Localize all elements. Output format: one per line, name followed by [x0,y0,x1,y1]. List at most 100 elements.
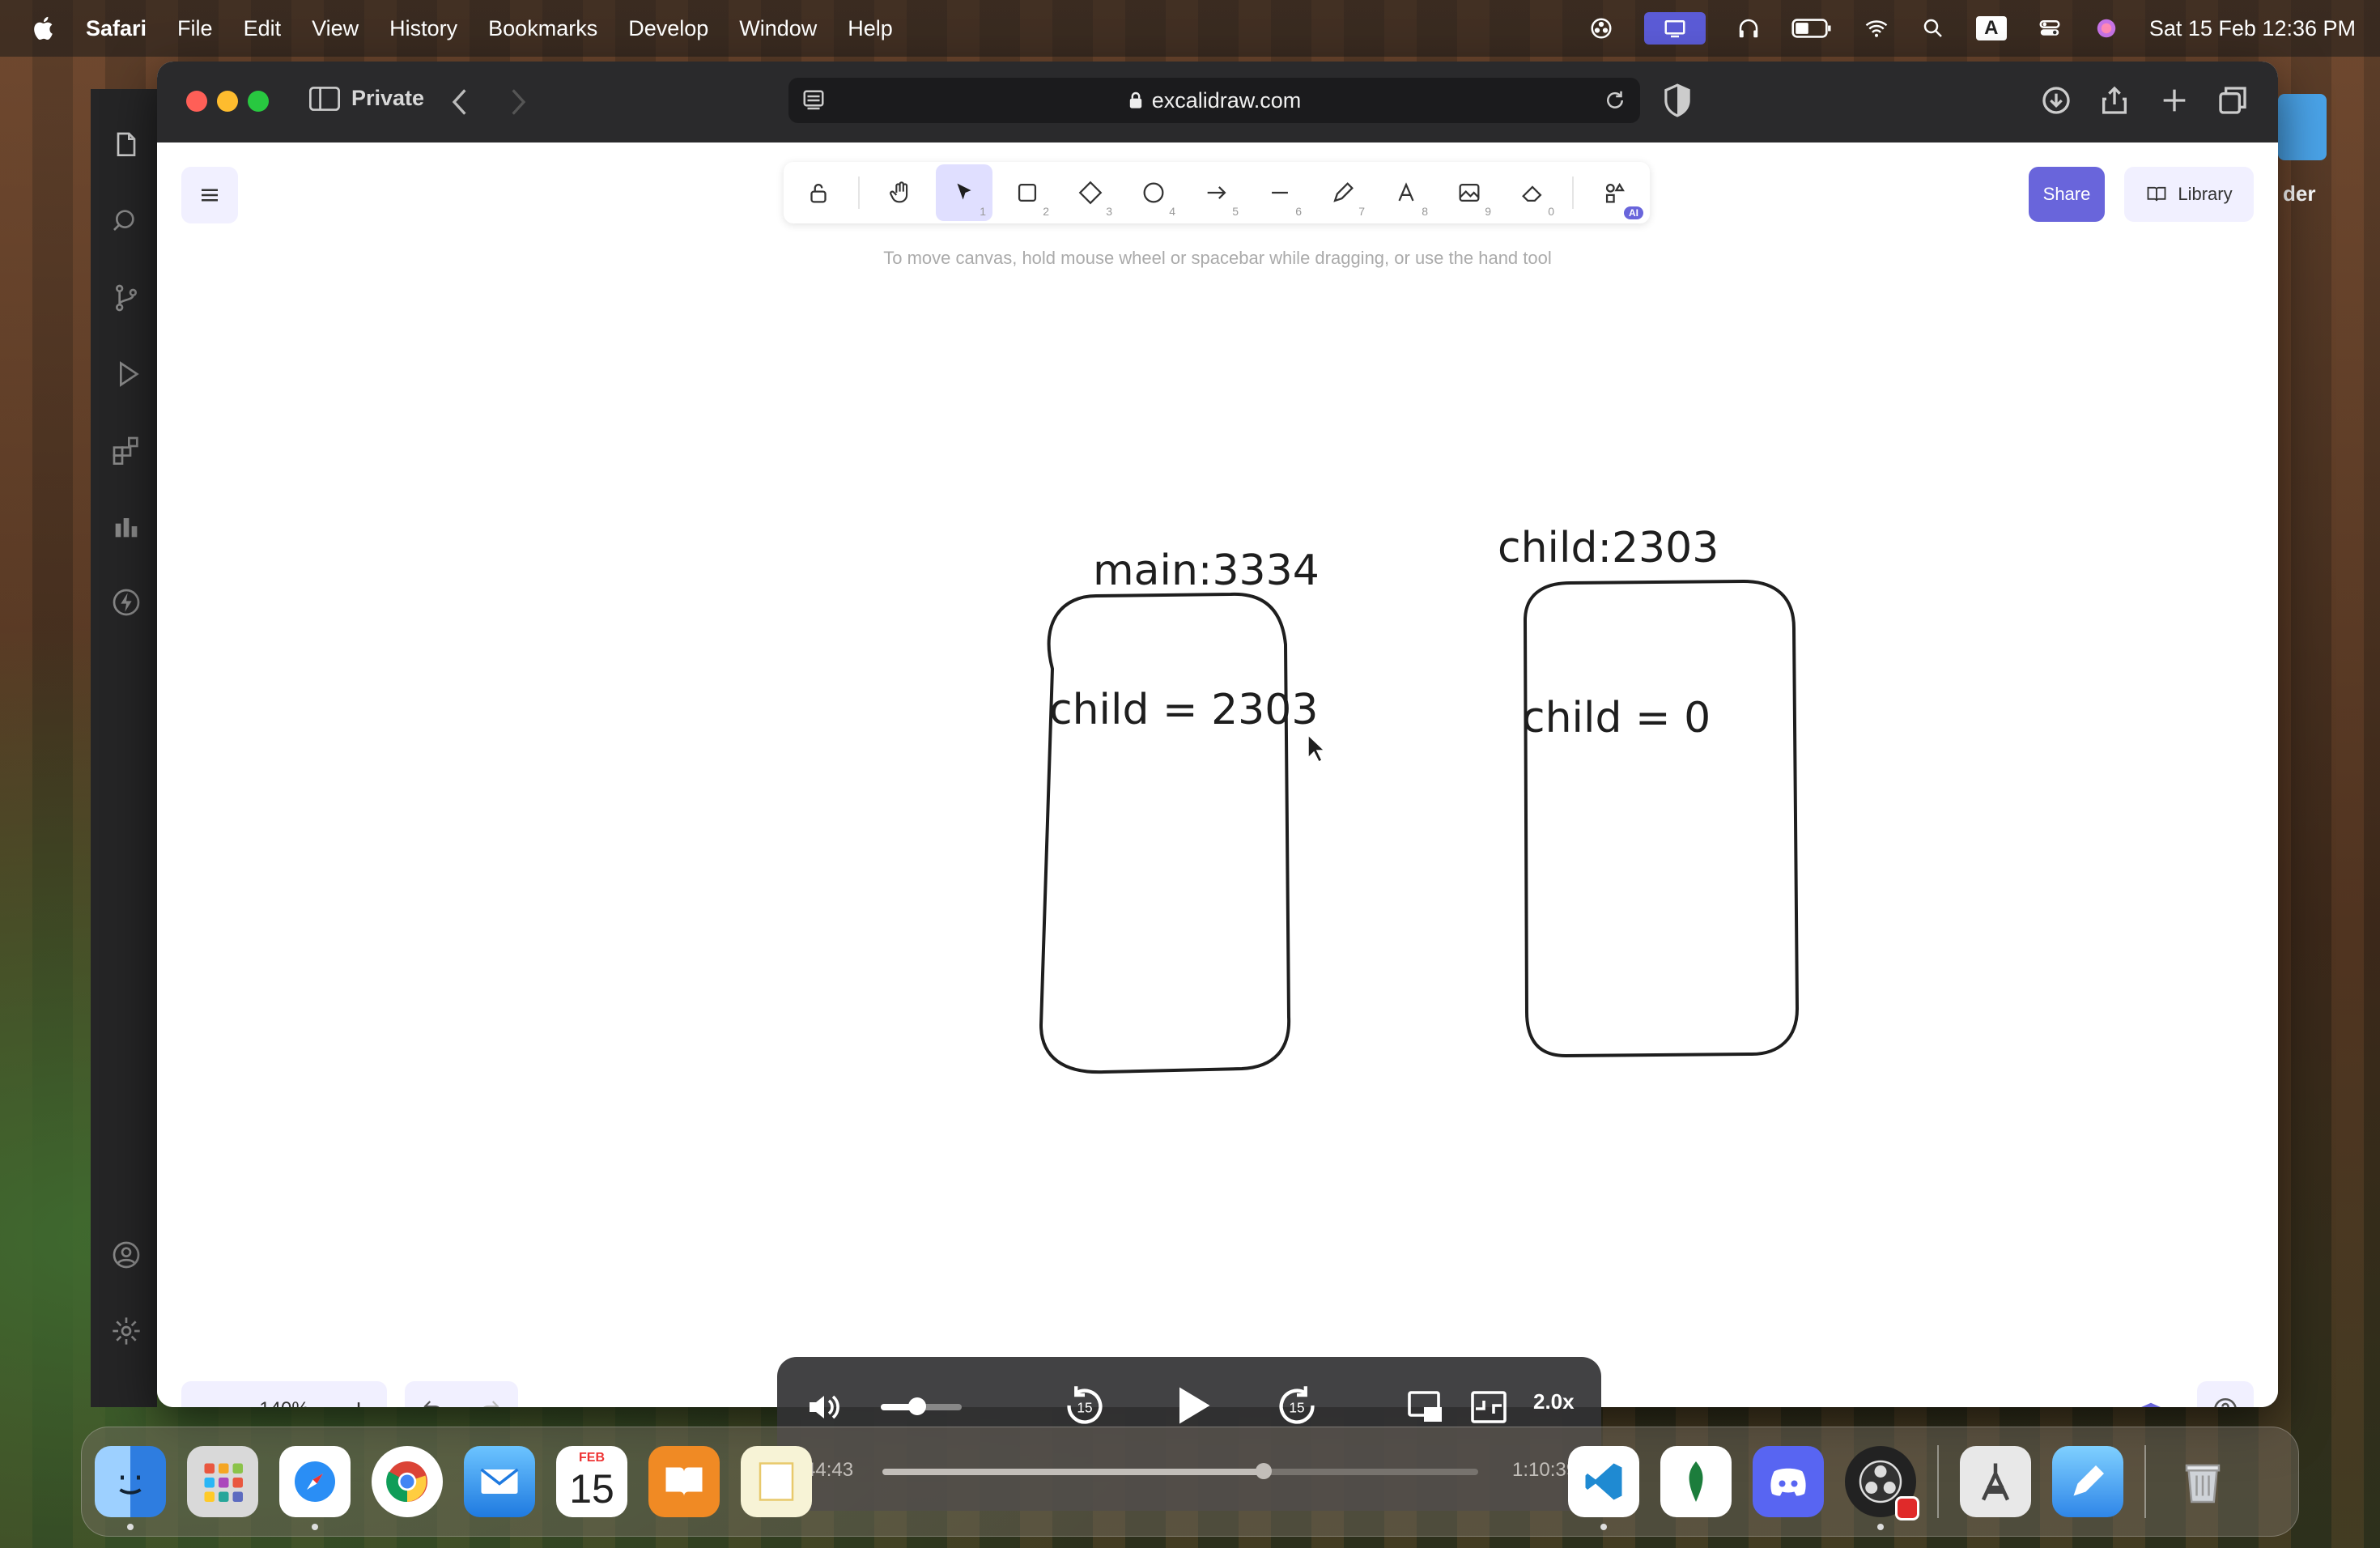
search-icon[interactable] [110,206,142,238]
help-button[interactable] [2197,1381,2254,1407]
main-process-rectangle[interactable] [1039,592,1291,1074]
volume-knob[interactable] [908,1397,926,1415]
dock-trash[interactable] [2167,1446,2238,1517]
control-center-icon[interactable] [2036,16,2063,40]
account-icon[interactable] [110,1239,142,1271]
share-page-button[interactable] [2098,83,2131,118]
zoom-in-button[interactable]: + [330,1381,387,1408]
menu-bookmarks[interactable]: Bookmarks [488,16,597,41]
mouse-cursor-icon [1307,734,1326,763]
files-icon[interactable] [110,130,142,162]
private-label: Private [351,86,425,110]
settings-gear-icon[interactable] [110,1315,142,1347]
menu-develop[interactable]: Develop [628,16,708,41]
volume-icon[interactable] [805,1389,844,1425]
chevron-right-icon [512,89,526,115]
input-source-icon[interactable]: A [1975,16,2007,40]
source-control-icon[interactable] [110,282,142,314]
play-button[interactable] [1167,1381,1216,1430]
menu-view[interactable]: View [312,16,359,41]
dock-obs[interactable] [1845,1446,1919,1530]
redo-button[interactable] [461,1381,518,1407]
skip-back-button[interactable]: 15 [1064,1383,1106,1428]
zoom-window-button[interactable] [248,91,269,112]
menu-history[interactable]: History [389,16,457,41]
forward-button[interactable] [505,86,529,118]
dock-discord[interactable] [1753,1446,1824,1517]
main-process-label[interactable]: main:3334 [1093,546,1320,595]
sidebar-toggle-button[interactable]: Private [309,86,424,111]
lock-icon [1129,91,1141,108]
running-indicator [1600,1524,1607,1530]
running-indicator [1877,1524,1884,1530]
child-process-child-value[interactable]: child = 0 [1522,694,1711,742]
menu-file[interactable]: File [177,16,213,41]
battery-icon[interactable] [1791,16,1834,40]
picture-in-picture-button[interactable] [1405,1389,1446,1425]
close-window-button[interactable] [186,91,207,112]
extensions-icon[interactable] [110,434,142,466]
downloads-button[interactable] [2040,83,2072,118]
reload-icon[interactable] [1603,87,1627,113]
running-indicator [312,1524,318,1530]
obs-status-icon[interactable] [1587,16,1615,40]
menu-bar: Safari File Edit View History Bookmarks … [0,0,2380,57]
spotlight-search-icon[interactable] [1919,16,1947,40]
dock-books[interactable] [648,1446,720,1517]
skip-forward-button[interactable]: 15 [1276,1383,1318,1428]
tab-overview-button[interactable] [2216,83,2249,118]
playback-speed[interactable]: 2.0x [1533,1389,1575,1414]
siri-icon[interactable] [2093,16,2120,40]
skip-forward-icon: 15 [1279,1386,1315,1424]
dock-chrome[interactable] [372,1446,443,1517]
dock-mail[interactable] [464,1446,535,1517]
excalidraw-canvas[interactable]: 1 2 3 4 5 6 7 8 9 0 AI To move canvas, h… [157,142,2278,1407]
headphones-icon[interactable] [1735,16,1762,40]
screen-share-icon[interactable] [1643,12,1706,45]
charts-icon[interactable] [110,510,142,542]
mongodb-leaf-icon [1689,1461,1703,1502]
zoom-controls: − 140% + [181,1381,387,1407]
safari-compass-icon [295,1461,335,1502]
dock-finder[interactable] [95,1446,166,1530]
zoom-level[interactable]: 140% [238,1398,330,1407]
child-process-rectangle[interactable] [1523,579,1800,1058]
menu-help[interactable]: Help [848,16,893,41]
page-menu-icon[interactable] [801,89,826,112]
address-bar[interactable]: excalidraw.com [788,78,1640,123]
dock-mongodb-compass[interactable] [1660,1446,1732,1517]
dock-safari[interactable] [279,1446,351,1530]
exit-fullscreen-button[interactable] [1468,1389,1509,1425]
browser-toolbar: Private excalidraw.com [157,62,2278,142]
run-debug-icon[interactable] [110,358,142,390]
menubar-clock[interactable]: Sat 15 Feb 12:36 PM [2149,16,2356,41]
dock-launchpad[interactable] [187,1446,258,1517]
notes-icon [759,1462,794,1501]
apple-icon[interactable] [31,15,58,42]
privacy-report-button[interactable] [1661,83,1694,118]
dock-vscode[interactable] [1568,1446,1639,1530]
main-process-child-value[interactable]: child = 2303 [1049,686,1318,734]
lightning-icon[interactable] [110,586,142,619]
menu-window[interactable]: Window [739,16,817,41]
dock-calendar[interactable]: FEB 15 [556,1446,627,1517]
zoom-out-button[interactable]: − [181,1381,238,1408]
minimize-window-button[interactable] [217,91,238,112]
menu-edit[interactable]: Edit [244,16,282,41]
desktop-folder-icon[interactable] [2278,94,2327,160]
new-tab-button[interactable] [2158,83,2191,118]
dock-pencil-app[interactable] [2052,1446,2123,1517]
dock-notes[interactable] [741,1446,812,1517]
safari-window: Private excalidraw.com 1 2 3 4 5 6 7 8 9… [157,62,2278,1407]
calendar-month: FEB [579,1451,605,1465]
vscode-icon [1585,1463,1622,1500]
back-button[interactable] [448,86,473,118]
child-process-label[interactable]: child:2303 [1498,524,1719,572]
shield-half-icon [1664,83,1690,117]
menu-app-name[interactable]: Safari [86,16,147,41]
wifi-icon[interactable] [1863,16,1890,40]
dock-screenshot-tool[interactable] [1960,1446,2031,1517]
volume-slider[interactable] [881,1397,962,1415]
undo-button[interactable] [405,1381,461,1407]
shield-check-icon[interactable] [2137,1401,2165,1407]
